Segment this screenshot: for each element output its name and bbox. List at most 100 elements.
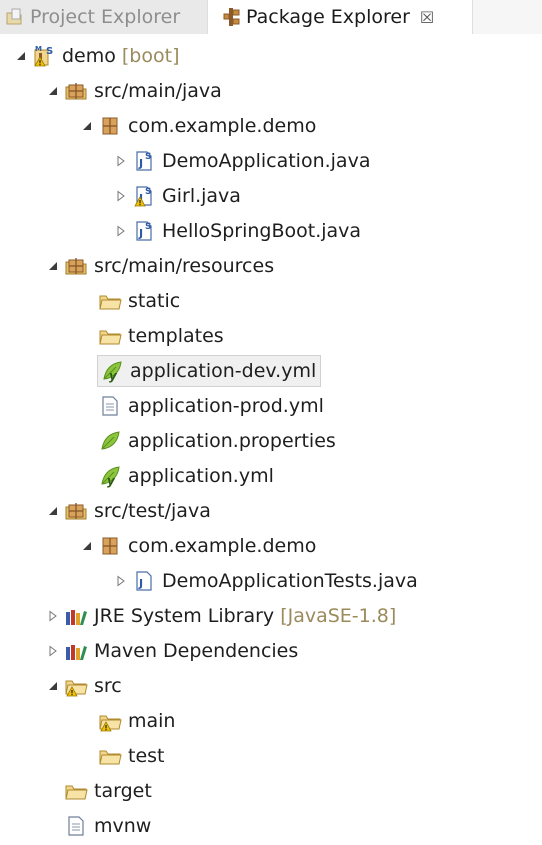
tree-item-label: com.example.demo	[128, 114, 317, 137]
svg-text:J: J	[138, 227, 143, 240]
selected-item-highlight[interactable]: y application-dev.yml	[96, 354, 322, 387]
tree-item-label: DemoApplication.java	[162, 149, 371, 172]
tree-item-girl-java[interactable]: JS Girl.java	[114, 178, 241, 213]
expand-arrow-icon[interactable]	[46, 504, 60, 518]
tree-item-label: HelloSpringBoot.java	[162, 219, 362, 242]
tree-item-label: src/test/java	[94, 499, 211, 522]
expand-arrow-icon[interactable]	[80, 539, 94, 553]
tree-item-src[interactable]: src	[46, 668, 122, 703]
tree-item-label: application.yml	[128, 464, 274, 487]
tree-item-decoration: [JavaSE-1.8]	[280, 604, 397, 627]
package-folder-icon	[64, 79, 88, 103]
svg-text:S: S	[145, 187, 151, 197]
tab-project-explorer[interactable]: Project Explorer	[0, 0, 207, 34]
expand-arrow-icon[interactable]	[46, 259, 60, 273]
text-file-icon	[98, 394, 122, 418]
view-tab-bar: Project Explorer Package Explorer ☒	[0, 0, 542, 34]
tree-item-label: src/main/resources	[94, 254, 275, 277]
svg-text:S: S	[145, 152, 151, 162]
collapse-arrow-icon[interactable]	[114, 189, 128, 203]
text-file-icon	[64, 814, 88, 838]
spring-java-file-warning-icon: JS	[132, 184, 156, 208]
svg-text:S: S	[145, 222, 151, 232]
tab-project-explorer-label: Project Explorer	[30, 6, 181, 28]
expand-arrow-icon[interactable]	[14, 49, 28, 63]
tree-item-src-test-java[interactable]: src/test/java	[46, 493, 211, 528]
tab-package-explorer-label: Package Explorer	[246, 6, 410, 28]
tree-item-application-yml[interactable]: y application.yml	[80, 458, 274, 493]
tree-item-maven-dependencies[interactable]: Maven Dependencies	[46, 633, 298, 668]
tree-item-static[interactable]: static	[80, 283, 180, 318]
spring-leaf-icon	[98, 429, 122, 453]
folder-warning-icon	[98, 709, 122, 733]
tree-item-label: application-dev.yml	[130, 359, 317, 382]
tree-item-com-example-demo[interactable]: com.example.demo	[80, 108, 316, 143]
tree-item-label: application-prod.yml	[128, 394, 324, 417]
expand-arrow-icon[interactable]	[80, 119, 94, 133]
tree-item-label: src	[94, 674, 122, 697]
tree-item-decoration: [boot]	[121, 44, 180, 67]
svg-text:M: M	[35, 45, 42, 53]
tree-item-hellospringboot-java[interactable]: J S HelloSpringBoot.java	[114, 213, 361, 248]
java-file-icon: J	[132, 569, 156, 593]
tree-item-src-main-java[interactable]: src/main/java	[46, 73, 222, 108]
maven-project-icon: MS	[32, 44, 56, 68]
tree-item-label: templates	[128, 324, 224, 347]
tree-item-target[interactable]: target	[46, 773, 152, 808]
tree-item-label: main	[128, 709, 176, 732]
svg-text:y: y	[109, 369, 118, 383]
tree-item-src-main-resources[interactable]: src/main/resources	[46, 248, 274, 283]
tree-item-label: Maven Dependencies	[94, 639, 299, 662]
tree-item-com-example-demo-test[interactable]: com.example.demo	[80, 528, 316, 563]
tab-package-explorer[interactable]: Package Explorer ☒	[207, 0, 473, 34]
library-icon	[64, 639, 88, 663]
svg-text:J: J	[138, 157, 143, 170]
package-folder-icon	[64, 499, 88, 523]
collapse-arrow-icon[interactable]	[46, 644, 60, 658]
spring-java-file-icon: JS	[132, 149, 156, 173]
tree-item-label: application.properties	[128, 429, 336, 452]
svg-text:J: J	[138, 577, 143, 590]
folder-icon	[98, 324, 122, 348]
tree-item-test[interactable]: test	[80, 738, 165, 773]
package-icon	[98, 114, 122, 138]
tree-item-jre-system-library[interactable]: JRE System Library [JavaSE-1.8]	[46, 598, 396, 633]
tree-item-label: JRE System Library	[94, 604, 275, 627]
tree-item-label: com.example.demo	[128, 534, 317, 557]
spring-yaml-icon: y	[100, 359, 124, 383]
tree-item-label: test	[128, 744, 165, 767]
collapse-arrow-icon[interactable]	[114, 154, 128, 168]
tree-item-label: src/main/java	[94, 79, 222, 102]
folder-warning-icon	[64, 674, 88, 698]
tree-item-application-prod-yml[interactable]: application-prod.yml	[80, 388, 324, 423]
svg-text:S: S	[46, 46, 53, 57]
folder-icon	[98, 289, 122, 313]
tree-item-label: static	[128, 289, 181, 312]
close-icon[interactable]: ☒	[420, 8, 434, 27]
spring-yaml-icon: y	[98, 464, 122, 488]
tree-item-label: target	[94, 779, 152, 802]
svg-text:y: y	[107, 474, 116, 488]
tree-item-demoapplication-java[interactable]: J S DemoApplication.java	[114, 143, 370, 178]
tree-item-demo[interactable]: M Sdemo [boot]	[14, 38, 179, 73]
tree-item-application-dev-yml[interactable]: y application-dev.yml	[80, 353, 322, 388]
tree-item-label: Girl.java	[162, 184, 241, 207]
package-icon	[98, 534, 122, 558]
collapse-arrow-icon[interactable]	[114, 224, 128, 238]
collapse-arrow-icon[interactable]	[114, 574, 128, 588]
folder-icon	[98, 744, 122, 768]
tree-item-mvnw[interactable]: mvnw	[46, 808, 151, 843]
tree-item-label: DemoApplicationTests.java	[162, 569, 418, 592]
tree-item-label: mvnw	[94, 814, 152, 837]
tree-item-application-properties[interactable]: application.properties	[80, 423, 336, 458]
tree-item-demoapplicationtests-java[interactable]: J DemoApplicationTests.java	[114, 563, 418, 598]
folder-icon	[64, 779, 88, 803]
tree-item-main[interactable]: main	[80, 703, 175, 738]
package-explorer-icon	[222, 6, 242, 28]
expand-arrow-icon[interactable]	[46, 84, 60, 98]
expand-arrow-icon[interactable]	[46, 679, 60, 693]
tree-item-templates[interactable]: templates	[80, 318, 224, 353]
spring-java-file-icon: JS	[132, 219, 156, 243]
collapse-arrow-icon[interactable]	[46, 609, 60, 623]
package-folder-icon	[64, 254, 88, 278]
